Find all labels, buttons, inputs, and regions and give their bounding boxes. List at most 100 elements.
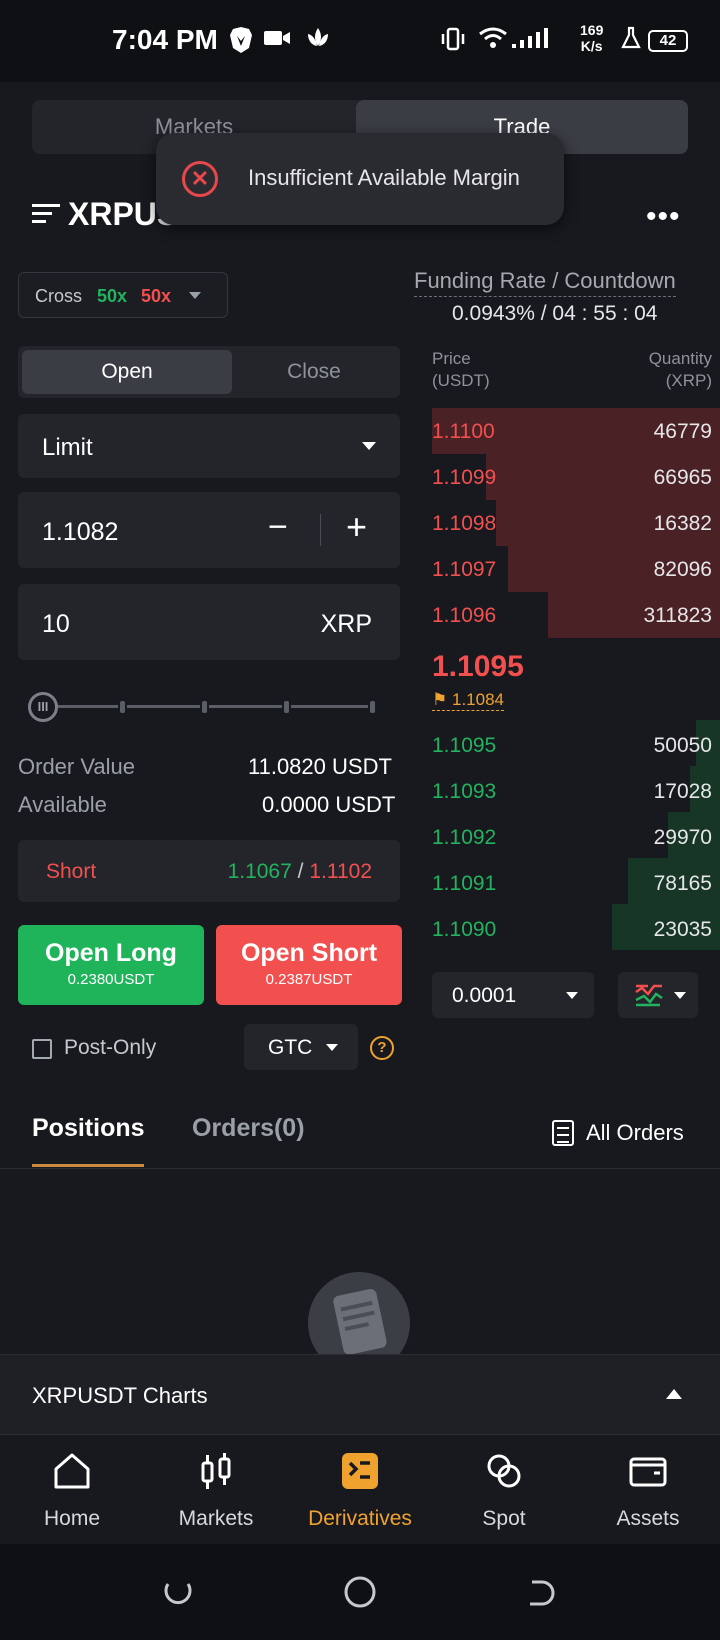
ask-row[interactable]: 1.1099 66965	[432, 454, 712, 500]
available-label: Available	[18, 792, 107, 817]
open-long-cost: 0.2380USDT	[67, 971, 155, 988]
open-close-toggle: Open Close	[18, 346, 400, 398]
tick-size-value: 0.0001	[452, 984, 517, 1007]
bid-row[interactable]: 1.1091 78165	[432, 860, 712, 906]
quantity-unit[interactable]: XRP	[321, 610, 372, 639]
chevron-up-icon[interactable]	[666, 1389, 682, 1399]
tick-size-select[interactable]: 0.0001	[432, 972, 594, 1018]
quantity-slider[interactable]: III	[28, 692, 382, 722]
price-value[interactable]: 1.1082	[42, 518, 118, 547]
nav-derivatives[interactable]: Derivatives	[288, 1435, 432, 1545]
chevron-down-icon	[674, 992, 686, 999]
header-line: (XRP)	[665, 371, 712, 390]
flask-icon	[620, 26, 642, 57]
system-navigation-bar	[0, 1544, 720, 1640]
bid-price: 1.1092	[432, 826, 497, 849]
bid-quantity: 17028	[653, 780, 712, 803]
signal-icon	[512, 26, 552, 57]
position-side: Short	[46, 860, 97, 883]
help-icon[interactable]: ?	[370, 1036, 394, 1060]
net-speed-value: 169	[580, 22, 604, 38]
ask-quantity: 66965	[653, 466, 712, 489]
divider	[320, 514, 321, 546]
nav-home[interactable]: Home	[0, 1435, 144, 1545]
open-short-cost: 0.2387USDT	[265, 971, 353, 988]
bid-row[interactable]: 1.1092 29970	[432, 814, 712, 860]
ask-quantity: 46779	[653, 420, 712, 443]
slider-tick[interactable]	[368, 699, 377, 715]
ask-row[interactable]: 1.1096 311823	[432, 592, 712, 638]
bid-quantity: 23035	[653, 918, 712, 941]
open-long-button[interactable]: Open Long 0.2380USDT	[18, 925, 204, 1005]
bid-ask-prices: 1.1067 / 1.1102	[228, 860, 372, 884]
nav-label: Spot	[482, 1507, 526, 1530]
charts-collapsible-bar[interactable]: XRPUSDT Charts	[0, 1354, 720, 1434]
bid-row[interactable]: 1.1095 50050	[432, 722, 712, 768]
price-increment-button[interactable]: +	[346, 506, 367, 548]
price-input[interactable]: 1.1082 − +	[18, 492, 400, 568]
bid-price: 1.1093	[432, 780, 497, 803]
ask-row[interactable]: 1.1098 16382	[432, 500, 712, 546]
ask-price: 1.1097	[432, 558, 497, 581]
open-short-button[interactable]: Open Short 0.2387USDT	[216, 925, 402, 1005]
nav-assets[interactable]: Assets	[576, 1435, 720, 1545]
long-leverage: 50x	[97, 286, 128, 306]
nav-label: Markets	[178, 1507, 254, 1530]
ask-price: 1.1096	[432, 604, 497, 627]
error-toast: ✕ Insufficient Available Margin	[156, 133, 564, 225]
chevron-down-icon	[326, 1044, 338, 1051]
available-value: 0.0000 USDT	[262, 792, 396, 817]
net-speed-unit: K/s	[580, 38, 603, 54]
ask-row[interactable]: 1.1097 82096	[432, 546, 712, 592]
recents-icon[interactable]	[162, 1576, 196, 1610]
orderbook-view-toggle[interactable]	[618, 972, 698, 1018]
chevron-down-icon	[566, 992, 578, 999]
slider-tick[interactable]	[200, 699, 209, 715]
document-icon[interactable]	[552, 1120, 574, 1146]
derivatives-icon	[342, 1453, 378, 1489]
wifi-icon	[478, 26, 508, 57]
short-leverage: 50x	[141, 286, 172, 306]
bid-quantity: 29970	[653, 826, 712, 849]
time-in-force-select[interactable]: GTC	[244, 1024, 358, 1070]
divider	[0, 1168, 720, 1169]
spot-icon	[487, 1454, 521, 1488]
order-value-label: Order Value	[18, 754, 135, 779]
funding-rate-label[interactable]: Funding Rate / Countdown	[414, 268, 676, 297]
nav-markets[interactable]: Markets	[144, 1435, 288, 1545]
back-icon[interactable]	[522, 1576, 556, 1610]
more-options-icon[interactable]: •••	[646, 200, 681, 234]
open-long-label: Open Long	[45, 939, 177, 967]
home-circle-icon[interactable]	[342, 1574, 378, 1610]
bid-row[interactable]: 1.1093 17028	[432, 768, 712, 814]
quantity-value[interactable]: 10	[42, 610, 70, 639]
tab-orders[interactable]: Orders(0)	[192, 1114, 305, 1143]
tab-close[interactable]: Close	[232, 350, 396, 394]
post-only-label[interactable]: Post-Only	[64, 1036, 156, 1060]
slider-tick[interactable]	[118, 699, 127, 715]
price-decrement-button[interactable]: −	[268, 508, 288, 547]
menu-icon[interactable]	[32, 204, 60, 224]
ask-row[interactable]: 1.1100 46779	[432, 408, 712, 454]
tab-positions[interactable]: Positions	[32, 1114, 145, 1143]
order-type-select[interactable]: Limit	[18, 414, 400, 478]
bid-row[interactable]: 1.1090 23035	[432, 906, 712, 952]
slider-tick[interactable]	[282, 699, 291, 715]
tab-open[interactable]: Open	[22, 350, 232, 394]
position-side-box: Short 1.1067 / 1.1102	[18, 840, 400, 902]
nav-spot[interactable]: Spot	[432, 1435, 576, 1545]
header-line: Price	[432, 349, 471, 368]
bid-price: 1.1095	[432, 734, 497, 757]
post-only-checkbox[interactable]	[32, 1039, 52, 1059]
margin-mode-selector[interactable]: Cross 50x 50x	[18, 272, 228, 318]
ask-quantity: 16382	[653, 512, 712, 535]
mark-price[interactable]: ⚑ 1.1084	[432, 690, 504, 711]
ask-quantity: 311823	[643, 604, 712, 627]
slider-handle[interactable]: III	[28, 692, 58, 722]
all-orders-link[interactable]: All Orders	[586, 1120, 684, 1146]
net-speed: 169 K/s	[580, 22, 603, 54]
quantity-input[interactable]: 10 XRP	[18, 584, 400, 660]
slash: /	[297, 860, 304, 883]
bid-price: 1.1090	[432, 918, 497, 941]
order-value: 11.0820 USDT	[248, 754, 392, 779]
